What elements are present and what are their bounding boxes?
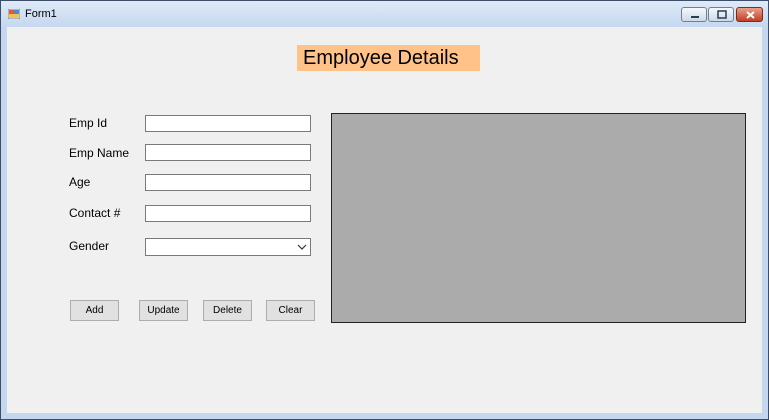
delete-button[interactable]: Delete bbox=[203, 300, 252, 321]
emp-name-input[interactable] bbox=[145, 144, 311, 161]
contact-input[interactable] bbox=[145, 205, 311, 222]
page-title-text: Employee Details bbox=[303, 47, 459, 69]
emp-id-label: Emp Id bbox=[69, 116, 108, 130]
employee-data-grid[interactable] bbox=[331, 113, 746, 323]
age-input[interactable] bbox=[145, 174, 311, 191]
close-button[interactable] bbox=[736, 7, 763, 22]
gender-label: Gender bbox=[69, 239, 110, 253]
gender-dropdown[interactable] bbox=[145, 238, 311, 256]
age-label: Age bbox=[69, 175, 91, 189]
app-icon bbox=[8, 9, 20, 19]
chevron-down-icon bbox=[297, 244, 307, 250]
clear-button[interactable]: Clear bbox=[266, 300, 315, 321]
add-button[interactable]: Add bbox=[70, 300, 119, 321]
page-title: Employee Details bbox=[297, 45, 480, 71]
maximize-button[interactable] bbox=[708, 7, 734, 22]
close-icon bbox=[746, 11, 755, 19]
window-title: Form1 bbox=[25, 8, 57, 20]
update-button[interactable]: Update bbox=[139, 300, 188, 321]
minimize-button[interactable] bbox=[681, 7, 707, 22]
title-bar[interactable]: Form1 bbox=[1, 1, 768, 27]
emp-name-label: Emp Name bbox=[69, 146, 130, 160]
maximize-icon bbox=[717, 10, 727, 19]
minimize-icon bbox=[691, 16, 699, 18]
contact-label: Contact # bbox=[69, 206, 121, 220]
emp-id-input[interactable] bbox=[145, 115, 311, 132]
